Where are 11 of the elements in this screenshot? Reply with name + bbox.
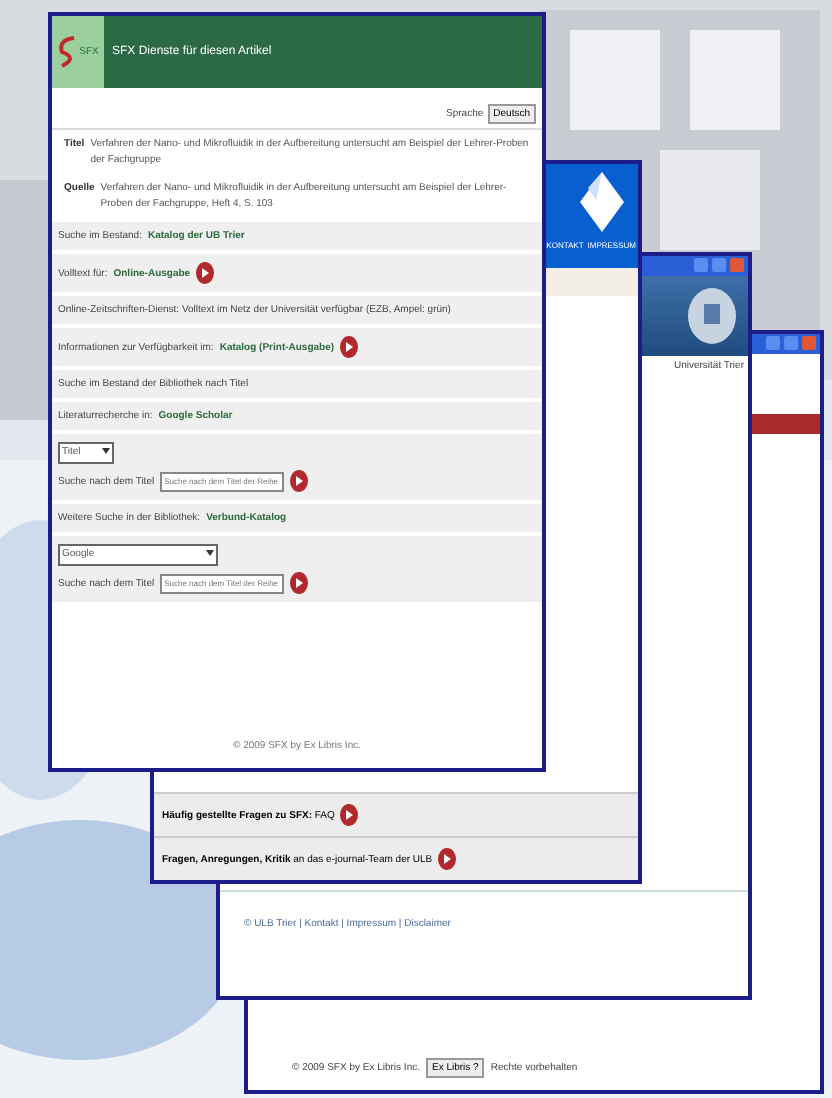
caret-icon <box>206 548 214 556</box>
seal-icon <box>688 288 736 344</box>
go-icon[interactable] <box>340 804 359 826</box>
logo-icon <box>580 172 624 232</box>
caret-icon <box>102 446 110 454</box>
go-icon[interactable] <box>438 848 457 870</box>
go-icon[interactable] <box>290 572 309 594</box>
logo-icon <box>57 34 78 70</box>
go-icon[interactable] <box>340 336 359 358</box>
go-icon[interactable] <box>290 470 309 492</box>
go-icon[interactable] <box>196 262 215 284</box>
